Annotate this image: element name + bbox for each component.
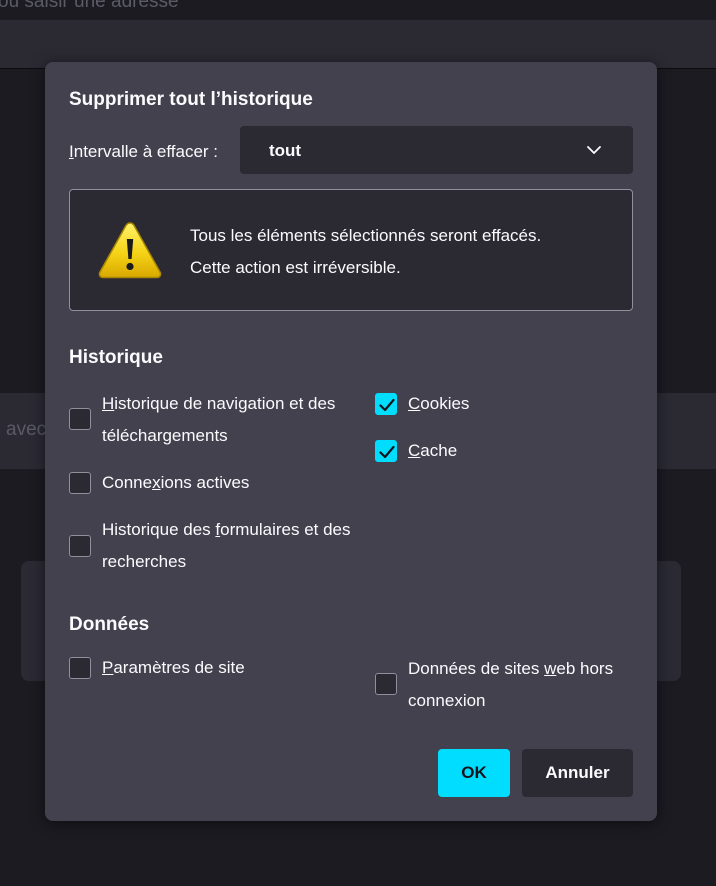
range-select-value: tout <box>269 141 302 160</box>
checkbox-box[interactable] <box>69 472 91 494</box>
checkbox-box[interactable] <box>375 393 397 415</box>
page-search-text: avec <box>6 419 47 440</box>
checkbox-browsing-history[interactable]: Historique de navigation et des télécharg… <box>69 388 369 452</box>
range-select[interactable]: tout <box>240 126 633 174</box>
range-label: Intervalle à effacer : <box>69 142 218 162</box>
chevron-down-icon <box>587 146 601 154</box>
checkbox-cache[interactable]: Cache <box>375 435 495 467</box>
data-section-title: Données <box>69 614 150 635</box>
checkmark-icon <box>379 445 395 459</box>
warning-text-line2: Cette action est irréversible. <box>190 258 401 277</box>
url-placeholder: ou saisir une adresse <box>0 0 179 12</box>
clear-history-dialog: Supprimer tout l’historique Intervalle à… <box>45 62 657 821</box>
range-label-text: ntervalle à effacer : <box>73 142 219 161</box>
warning-box: Tous les éléments sélectionnés seront ef… <box>69 189 633 311</box>
checkbox-label: Connexions actives <box>102 473 250 492</box>
checkbox-box[interactable] <box>69 535 91 557</box>
checkbox-site-settings[interactable]: Paramètres de site <box>69 652 289 684</box>
checkbox-cookies[interactable]: Cookies <box>375 388 495 420</box>
cancel-button[interactable]: Annuler <box>522 749 633 797</box>
warning-text-line1: Tous les éléments sélectionnés seront ef… <box>190 226 542 245</box>
checkbox-label: Cookies <box>408 394 470 413</box>
checkbox-form-search-history[interactable]: Historique des formulaires et des recherc… <box>69 514 379 578</box>
checkbox-offline-website-data[interactable]: Données de sites web hors connexion <box>375 653 635 717</box>
url-bar[interactable]: ou saisir une adresse <box>0 0 716 20</box>
checkbox-label: Cache <box>408 441 458 460</box>
checkbox-label: Paramètres de site <box>102 658 245 677</box>
checkbox-label: Données de sites web hors connexion <box>408 659 614 710</box>
checkbox-active-logins[interactable]: Connexions actives <box>69 467 289 499</box>
checkbox-box[interactable] <box>375 440 397 462</box>
dialog-title: Supprimer tout l’historique <box>69 89 313 110</box>
warning-icon <box>98 222 162 279</box>
history-section-title: Historique <box>69 347 163 368</box>
checkmark-icon <box>379 398 395 412</box>
checkbox-label: Historique de navigation et des télécharg… <box>102 394 336 445</box>
ok-button[interactable]: OK <box>438 749 510 797</box>
checkbox-label: Historique des formulaires et des recherc… <box>102 520 351 571</box>
checkbox-box[interactable] <box>69 657 91 679</box>
checkbox-box[interactable] <box>375 673 397 695</box>
checkbox-box[interactable] <box>69 408 91 430</box>
